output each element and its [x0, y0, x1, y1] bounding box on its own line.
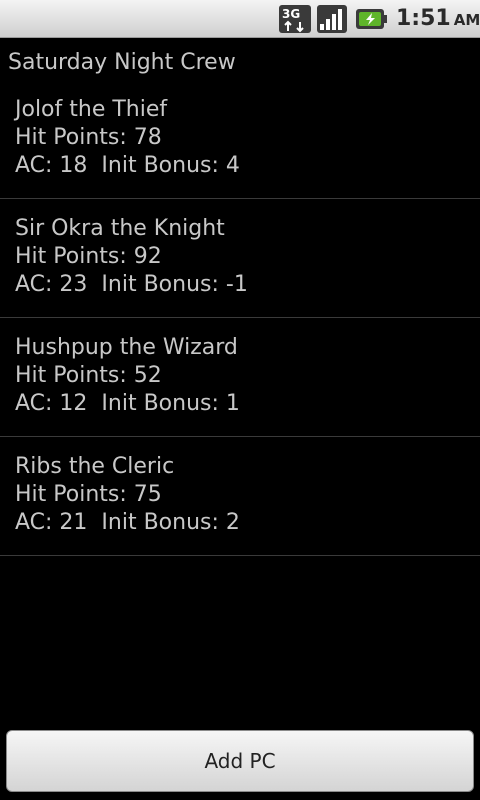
- character-hit-points: Hit Points: 52: [15, 363, 162, 388]
- character-hit-points: Hit Points: 75: [15, 482, 162, 507]
- clock-ampm: AM: [453, 11, 480, 29]
- character-stats: AC: 18 Init Bonus: 4: [15, 153, 240, 178]
- clock-time: 1:51: [396, 6, 451, 31]
- character-stats: AC: 21 Init Bonus: 2: [15, 510, 240, 535]
- character-name: Sir Okra the Knight: [15, 216, 225, 241]
- list-item[interactable]: Sir Okra the Knight Hit Points: 92 AC: 2…: [0, 199, 480, 318]
- battery-charging-icon: [356, 9, 387, 29]
- character-name: Jolof the Thief: [15, 97, 168, 122]
- character-stats: AC: 23 Init Bonus: -1: [15, 272, 248, 297]
- character-hit-points: Hit Points: 92: [15, 244, 162, 269]
- add-pc-button[interactable]: Add PC: [6, 730, 474, 792]
- 3g-data-icon: 3G: [279, 5, 311, 33]
- list-item[interactable]: Ribs the Cleric Hit Points: 75 AC: 21 In…: [0, 437, 480, 556]
- page-title: Saturday Night Crew: [8, 50, 236, 75]
- status-bar: 3G 1:51 AM: [0, 0, 480, 38]
- character-name: Hushpup the Wizard: [15, 335, 238, 360]
- network-label: 3G: [282, 7, 300, 21]
- clock: 1:51 AM: [396, 6, 480, 31]
- character-name: Ribs the Cleric: [15, 454, 175, 479]
- signal-strength-icon: [317, 5, 347, 33]
- character-hit-points: Hit Points: 78: [15, 125, 162, 150]
- character-stats: AC: 12 Init Bonus: 1: [15, 391, 240, 416]
- character-list: Jolof the Thief Hit Points: 78 AC: 18 In…: [0, 80, 480, 556]
- list-item[interactable]: Jolof the Thief Hit Points: 78 AC: 18 In…: [0, 80, 480, 199]
- list-item[interactable]: Hushpup the Wizard Hit Points: 52 AC: 12…: [0, 318, 480, 437]
